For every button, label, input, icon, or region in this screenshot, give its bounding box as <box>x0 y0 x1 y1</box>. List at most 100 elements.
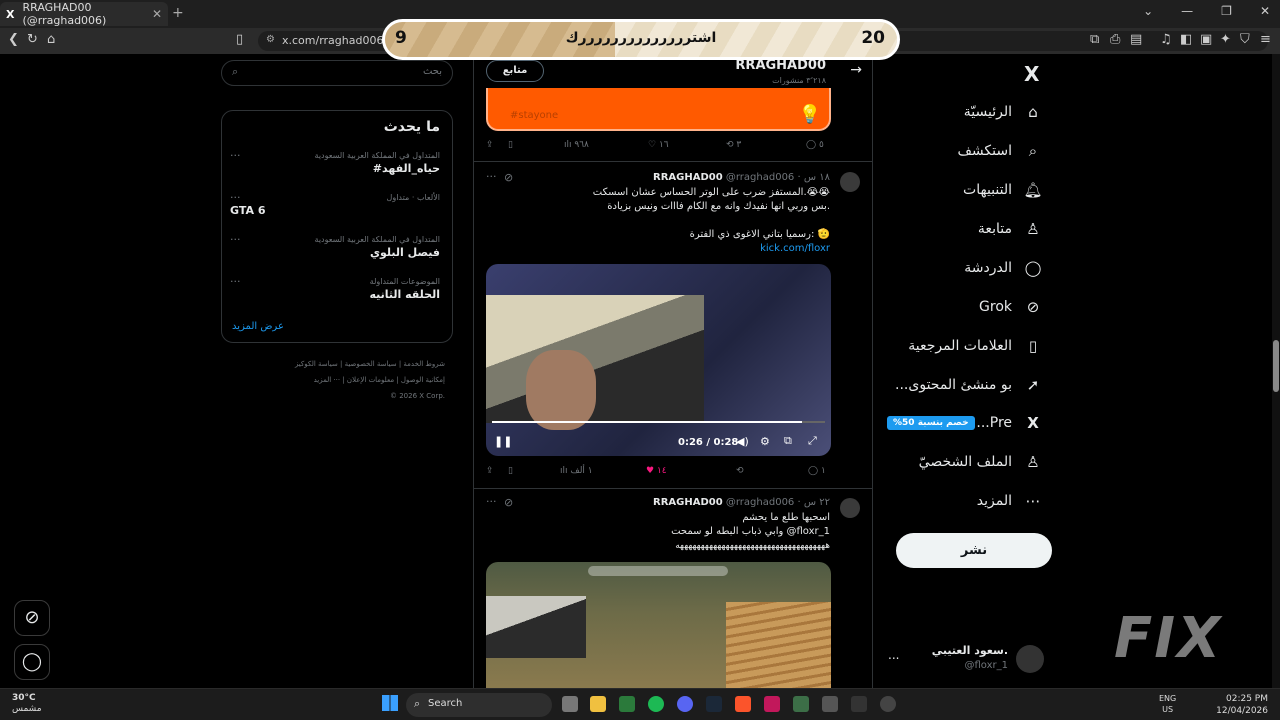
screenshot-icon[interactable]: ⎙ <box>1110 32 1120 47</box>
tweet-author[interactable]: RRAGHAD00 <box>653 497 723 508</box>
windows-start-icon[interactable] <box>382 695 398 711</box>
reader-icon[interactable]: ▤ <box>1130 32 1142 47</box>
nav-premium[interactable]: ...Pre X <box>976 411 1044 435</box>
bookmark-icon[interactable]: ▯ <box>508 140 513 150</box>
music-icon[interactable]: ♫ <box>1160 32 1172 47</box>
bookmark-icon[interactable]: ▯ <box>508 466 513 476</box>
page-scrollbar[interactable] <box>1272 54 1280 688</box>
steam-icon[interactable] <box>706 696 722 712</box>
show-more-link[interactable]: عرض المزيد <box>232 321 284 332</box>
mail-icon[interactable] <box>822 696 838 712</box>
trend-item[interactable]: الألعاب · متداول GTA 6 ··· <box>230 191 440 217</box>
tweet-more-icon[interactable]: ··· <box>486 495 497 508</box>
pip-icon[interactable]: ⧉ <box>784 434 792 448</box>
grok-float-icon[interactable]: ⊘ <box>14 600 50 636</box>
brave-icon[interactable] <box>735 696 751 712</box>
store-icon[interactable] <box>619 696 635 712</box>
nav-profile[interactable]: الملف الشخصيّ ♙ <box>919 450 1044 474</box>
shield-icon[interactable]: ⛉ <box>1240 32 1250 47</box>
nav-follow[interactable]: متابعة ♙ <box>978 217 1044 241</box>
nav-bookmarks[interactable]: العلامات المرجعية ▯ <box>908 334 1044 358</box>
fullscreen-icon[interactable]: ⤢ <box>808 434 817 448</box>
file-explorer-icon[interactable] <box>590 696 606 712</box>
language-indicator[interactable]: ENG US <box>1159 693 1176 715</box>
extensions-icon[interactable]: ⧉ <box>1090 32 1099 47</box>
system-clock[interactable]: 02:25 PM 12/04/2026 <box>1216 693 1268 717</box>
tab-list-icon[interactable]: ⌄ <box>1143 4 1153 18</box>
sidebar-icon[interactable]: ◧ <box>1180 32 1192 47</box>
views-count[interactable]: ılı ١ ألف <box>560 466 593 476</box>
nav-creator-studio[interactable]: ...بو منشئ المحتوى ➚ <box>895 373 1044 397</box>
trend-item[interactable]: المتداول في المملكة العربية السعودية فيص… <box>230 233 440 259</box>
pause-icon[interactable]: ❚❚ <box>494 435 512 448</box>
more-icon[interactable]: ··· <box>230 149 241 162</box>
nav-notifications[interactable]: التنبيهات 🔔︎ <box>963 178 1044 202</box>
footer-line[interactable]: شروط الخدمة | سياسة الخصوصية | سياسة الك… <box>259 356 445 372</box>
share-icon[interactable]: ⇪ <box>486 466 494 476</box>
trend-item[interactable]: الموضوعات المتداولة الحلقه الثانيه ··· <box>230 275 440 301</box>
premium-discount-badge[interactable]: %خصم بنسبة 50 <box>887 416 975 430</box>
xbox-icon[interactable] <box>793 696 809 712</box>
maximize-icon[interactable]: ❐ <box>1221 4 1232 18</box>
like-count[interactable]: ♡ ١٦ <box>648 140 669 150</box>
nav-home[interactable]: الرئيسيّة ⌂ <box>964 100 1044 124</box>
nav-more[interactable]: المزيد ⋯ <box>977 489 1044 513</box>
account-avatar[interactable] <box>1016 645 1044 673</box>
tweet-handle[interactable]: @rraghad006 <box>726 172 794 183</box>
nav-chat[interactable]: الدردشة ◯ <box>964 256 1044 280</box>
back-icon[interactable]: ❮ <box>8 32 19 47</box>
share-icon[interactable]: ⇪ <box>486 140 494 150</box>
grok-icon[interactable]: ⊘ <box>504 171 513 184</box>
follow-button[interactable]: متابع <box>486 60 544 82</box>
spotify-icon[interactable] <box>648 696 664 712</box>
ai-icon[interactable]: ✦ <box>1220 32 1231 47</box>
tweet-handle[interactable]: @rraghad006 <box>726 497 794 508</box>
nav-explore[interactable]: استكشف ⌕ <box>957 139 1044 163</box>
obs-icon[interactable] <box>880 696 896 712</box>
more-icon[interactable]: ··· <box>230 233 241 246</box>
messages-float-icon[interactable]: ◯ <box>14 644 50 680</box>
grok-icon[interactable]: ⊘ <box>504 496 513 509</box>
tweet-image[interactable]: #stayone 💡 <box>486 88 831 131</box>
tweet-author[interactable]: RRAGHAD00 <box>653 172 723 183</box>
menu-icon[interactable]: ≡ <box>1260 32 1271 47</box>
bookmark-page-icon[interactable]: ▯ <box>236 32 243 47</box>
browser-tab[interactable]: X RRAGHAD00 (@rraghad006) ✕ <box>0 1 168 27</box>
tweet-link[interactable]: kick.com/floxr <box>510 242 830 256</box>
like-count[interactable]: ♥ ١٤ <box>646 466 667 476</box>
x-logo-icon[interactable]: X <box>1024 62 1039 86</box>
video-player[interactable]: ❚❚ 0:26 / 0:28 ◀) ⚙ ⧉ ⤢ <box>486 264 831 456</box>
minimize-icon[interactable]: — <box>1181 4 1193 18</box>
new-tab-button[interactable]: + <box>172 5 184 21</box>
reply-count[interactable]: ◯ ١ <box>808 466 826 476</box>
more-icon[interactable]: ··· <box>230 191 241 204</box>
taskbar-search[interactable]: ⌕ Search <box>406 693 552 717</box>
tweet-video-thumbnail[interactable] <box>486 562 831 688</box>
nav-grok[interactable]: Grok ⊘ <box>979 295 1044 319</box>
volume-icon[interactable]: ◀) <box>736 435 749 448</box>
discord-icon[interactable] <box>677 696 693 712</box>
video-progress-bar[interactable] <box>492 421 825 423</box>
account-menu-icon[interactable]: ... <box>888 648 899 662</box>
wallet-icon[interactable]: ▣ <box>1200 32 1212 47</box>
home-browser-icon[interactable]: ⌂ <box>47 32 55 47</box>
search-input[interactable]: ⌕ بحث <box>221 60 453 86</box>
task-view-icon[interactable] <box>562 696 578 712</box>
post-button[interactable]: نشر <box>896 533 1052 568</box>
app-a-icon[interactable] <box>764 696 780 712</box>
avatar[interactable] <box>840 498 860 518</box>
weather-widget[interactable]: 30°C مشمس <box>12 693 42 715</box>
trend-item[interactable]: المتداول في المملكة العربية السعودية #حي… <box>230 149 440 175</box>
tab-close-icon[interactable]: ✕ <box>152 7 162 21</box>
avatar[interactable] <box>840 172 860 192</box>
more-icon[interactable]: ··· <box>230 275 241 288</box>
settings-icon[interactable]: ⚙ <box>760 435 770 448</box>
retweet-count[interactable]: ⟲ ٣ <box>726 140 741 150</box>
account-name[interactable]: سعود العتيبي. <box>932 644 1008 657</box>
tweet-more-icon[interactable]: ··· <box>486 170 497 183</box>
footer-line[interactable]: إمكانية الوصول | معلومات الإعلان | ··· ا… <box>259 372 445 388</box>
views-count[interactable]: ılı ٩٦٨ <box>564 140 589 150</box>
retweet-icon[interactable]: ⟲ <box>736 466 744 476</box>
back-arrow-icon[interactable]: → <box>850 62 862 78</box>
terminal-icon[interactable] <box>851 696 867 712</box>
